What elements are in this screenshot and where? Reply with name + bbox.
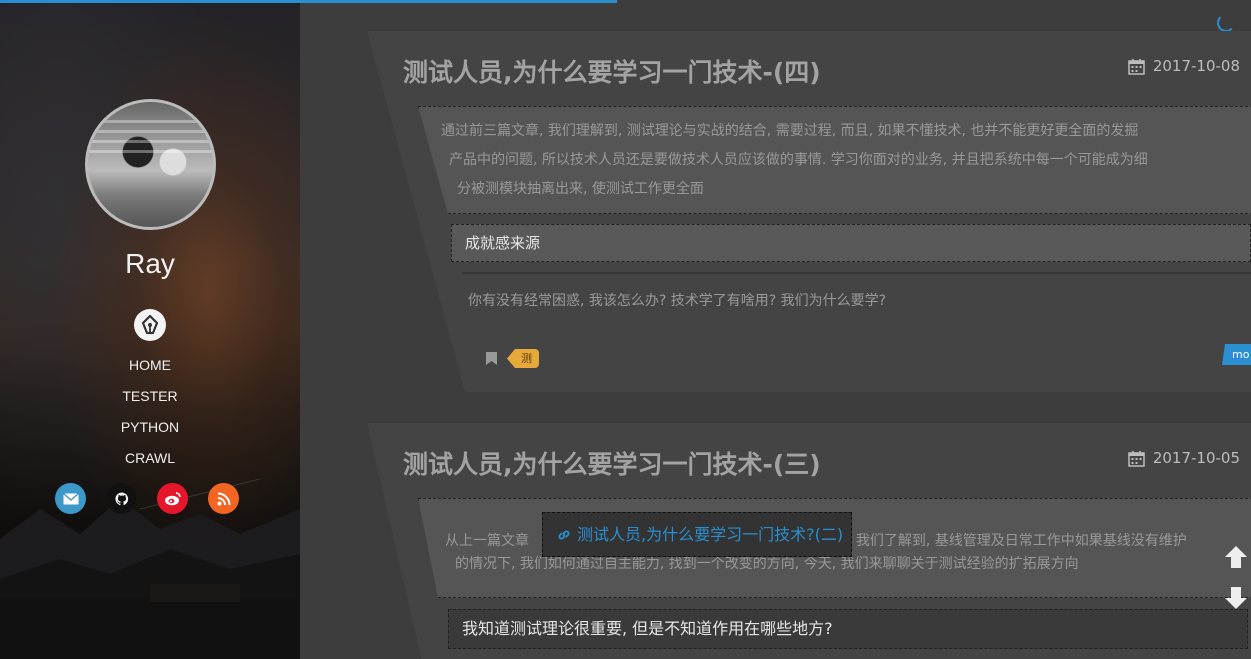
rss-icon[interactable] bbox=[208, 483, 239, 514]
fountain-pen-icon[interactable] bbox=[134, 309, 166, 341]
mail-icon[interactable] bbox=[55, 483, 86, 514]
post-date: 2017-10-05 bbox=[1128, 449, 1240, 467]
github-icon[interactable] bbox=[106, 483, 137, 514]
read-more-button[interactable]: mo bbox=[1222, 344, 1251, 365]
weibo-icon[interactable] bbox=[157, 483, 188, 514]
page-load-progress-bar bbox=[0, 0, 617, 3]
post-excerpt: 通过前三篇文章, 我们理解到, 测试理论与实战的结合, 需要过程, 而且, 如果… bbox=[418, 106, 1251, 214]
nav-crawl[interactable]: CRAWL bbox=[0, 447, 300, 478]
calendar-icon bbox=[1128, 58, 1145, 75]
related-post-link-text: 测试人员,为什么要学习一门技术?(二) bbox=[577, 525, 844, 544]
main-nav: HOME TESTER PYTHON CRAWL bbox=[0, 354, 300, 478]
post-title[interactable]: 测试人员,为什么要学习一门技术-(四) bbox=[403, 53, 821, 89]
sidebar: Ray HOME TESTER PYTHON CRAWL bbox=[0, 0, 300, 659]
nav-tester[interactable]: TESTER bbox=[0, 385, 300, 416]
post-excerpt-line: 通过前三篇文章, 我们理解到, 测试理论与实战的结合, 需要过程, 而且, 如果… bbox=[441, 123, 1139, 139]
scroll-up-arrow-icon[interactable] bbox=[1223, 544, 1249, 570]
nav-home[interactable]: HOME bbox=[0, 354, 300, 385]
link-icon bbox=[558, 530, 570, 540]
post-date-text: 2017-10-05 bbox=[1152, 449, 1240, 467]
post-date: 2017-10-08 bbox=[1128, 57, 1240, 75]
site-name[interactable]: Ray bbox=[0, 248, 300, 280]
calendar-icon bbox=[1128, 450, 1145, 467]
post-section-heading: 成就感来源 bbox=[451, 224, 1251, 262]
scroll-down-arrow-icon[interactable] bbox=[1223, 585, 1249, 611]
post-excerpt-line: 产品中的问题, 所以技术人员还是要做技术人员应该做的事情. 学习你面对的业务, … bbox=[449, 152, 1148, 168]
sidebar-background-landscape bbox=[0, 479, 300, 659]
post-date-text: 2017-10-08 bbox=[1152, 57, 1240, 75]
post-summary: 你有没有经常困惑, 我该怎么办? 技术学了有啥用? 我们为什么要学? bbox=[462, 272, 1251, 310]
post-section-heading: 我知道测试理论很重要, 但是不知道作用在哪些地方? bbox=[448, 609, 1248, 649]
tag-testing-theory[interactable]: 测试理论 bbox=[507, 349, 539, 368]
post-card: 测试人员,为什么要学习一门技术-(四) 2017-10-08 通过前三篇文章, … bbox=[367, 31, 1251, 392]
nav-python[interactable]: PYTHON bbox=[0, 416, 300, 447]
post-excerpt-line: 分被测模块抽离出来, 使测试工作更全面 bbox=[457, 181, 704, 197]
post-title[interactable]: 测试人员,为什么要学习一门技术-(三) bbox=[403, 445, 821, 481]
author-avatar[interactable] bbox=[85, 99, 216, 230]
post-excerpt-prefix: 从上一篇文章 bbox=[445, 533, 529, 549]
related-post-link[interactable]: 测试人员,为什么要学习一门技术?(二) bbox=[542, 512, 852, 557]
loading-spinner-icon bbox=[1217, 14, 1235, 32]
bookmark-icon bbox=[486, 352, 497, 365]
post-excerpt-suffix: 我们了解到, 基线管理及日常工作中如果基线没有维护 bbox=[855, 533, 1187, 549]
